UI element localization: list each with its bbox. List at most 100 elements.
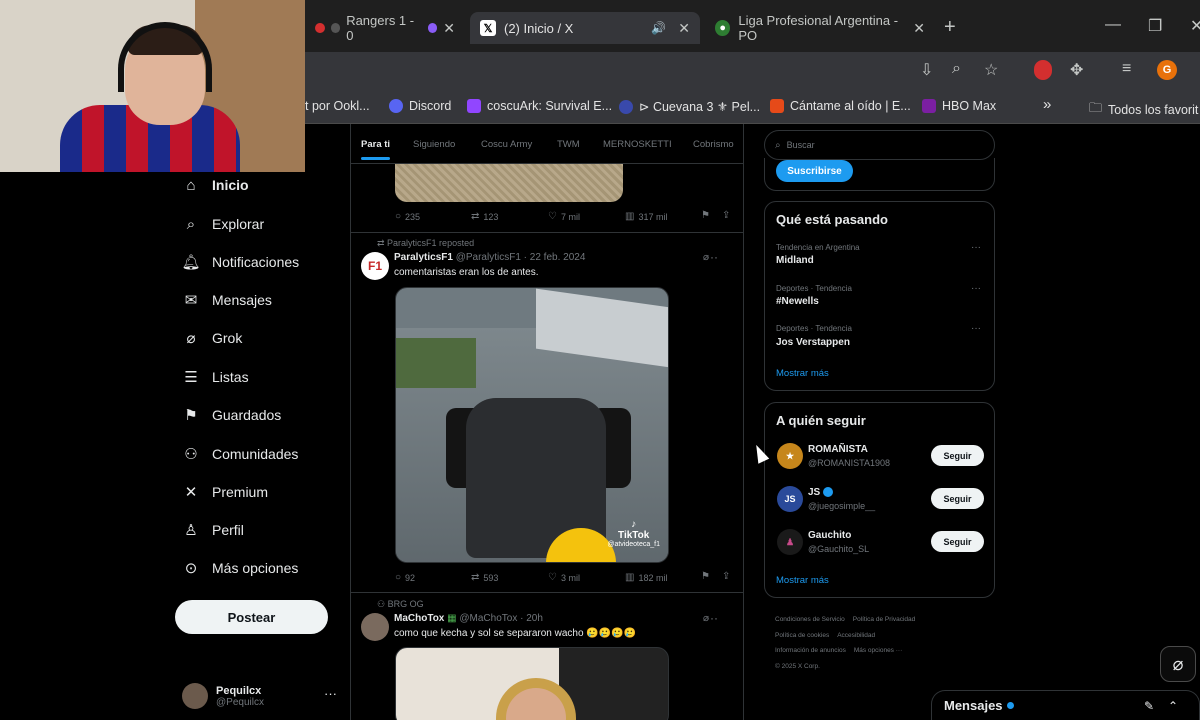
nav-item-profile[interactable]: ♙ Perfil [182,521,244,539]
avatar[interactable]: ♟ [777,529,803,555]
follow-name[interactable]: JS [808,487,834,498]
trend-item[interactable]: Jos Verstappen [776,337,850,348]
more-icon[interactable]: ··· [706,250,718,264]
nav-item-explore[interactable]: ⌕ Explorar [182,215,264,233]
follow-button[interactable]: Seguir [931,531,984,552]
share-icon[interactable]: ⇪ [722,571,730,582]
tab-cobrismo[interactable]: Cobrismo [693,139,734,150]
star-icon[interactable]: ☆ [984,60,998,80]
window-close-icon[interactable]: ✕ [1190,16,1200,36]
tab-siguiendo[interactable]: Siguiendo [413,139,455,150]
bookmark-item[interactable]: Cántame al oído | E... [770,99,911,113]
tab-coscu-army[interactable]: Coscu Army [481,139,532,150]
avatar[interactable] [361,613,389,641]
footer-link[interactable]: Más opciones ··· [854,647,902,654]
nav-item-premium[interactable]: ✕ Premium [182,483,268,501]
close-icon[interactable]: ✕ [913,20,925,37]
nav-item-notifications[interactable]: 🔔︎ Notificaciones [181,253,299,271]
follow-name[interactable]: Gauchito [808,530,851,541]
tab-rangers[interactable]: Rangers 1 - 0 ✕ [305,12,465,44]
like-button[interactable]: ♡ 7 mil [548,211,580,222]
avatar[interactable]: ★ [777,443,803,469]
tab-mernosketti[interactable]: MERNOSKETTI [603,139,672,150]
subscribe-button[interactable]: Suscribirse [776,160,853,182]
restore-icon[interactable]: ❐ [1148,16,1162,36]
footer-link[interactable]: Accesibilidad [837,632,875,639]
nav-item-messages[interactable]: ✉ Mensajes [182,291,272,309]
reply-button[interactable]: ○ 92 [395,572,415,583]
more-icon[interactable]: ··· [971,283,981,294]
footer-link[interactable]: Información de anuncios [775,647,846,654]
profile-avatar[interactable]: G [1157,60,1177,80]
post-text: comentaristas eran los de antes. [394,267,539,278]
follow-show-more-link[interactable]: Mostrar más [776,575,829,586]
footer-link[interactable]: Condiciones de Servicio [775,616,845,623]
bookmark-item[interactable]: t por Ookl... [305,99,370,113]
bookmark-item[interactable]: Discord [389,99,451,113]
bookmark-item[interactable]: coscuArk: Survival E... [467,99,612,113]
share-icon[interactable]: ⇪ [722,210,730,221]
bookmark-icon[interactable]: ⚑ [701,571,710,582]
nav-item-bookmarks[interactable]: ⚑ Guardados [182,406,281,424]
views-button[interactable]: ▥ 182 mil [625,572,667,583]
author-name[interactable]: ParalyticsF1 [394,252,453,263]
tab-x-home[interactable]: 𝕏 (2) Inicio / X 🔊 ✕ [470,12,700,44]
nav-item-grok[interactable]: ⌀ Grok [182,329,242,347]
tab-label: Liga Profesional Argentina - PO [738,13,899,43]
nav-item-lists[interactable]: ☰ Listas [182,368,248,386]
chevron-up-icon[interactable]: ⌃ [1168,699,1178,713]
trend-item[interactable]: #Newells [776,296,819,307]
account-more-icon[interactable]: ··· [324,686,337,701]
repost-indicator[interactable]: ⚇ BRG OG [377,599,424,610]
more-icon[interactable]: ··· [971,323,981,334]
repost-button[interactable]: ⇄ 123 [471,211,498,222]
zoom-icon[interactable]: ⌕ [952,60,961,78]
media-control-icon[interactable]: ≡ [1122,60,1131,78]
grok-floating-button[interactable]: ⌀ [1160,646,1196,682]
author-name[interactable]: MaChoTox [394,613,444,624]
post-media[interactable] [395,647,669,720]
speaker-icon[interactable]: 🔊 [651,21,666,35]
messages-drawer[interactable]: Mensajes ✎ ⌃ [931,690,1200,720]
puzzle-icon[interactable]: ✥ [1070,60,1083,80]
follow-button[interactable]: Seguir [931,445,984,466]
close-icon[interactable]: ✕ [678,20,690,37]
nav-item-home[interactable]: ⌂ Inicio [182,176,248,194]
bookmark-item[interactable]: ⊳ Cuevana 3 ⚜ Pel... [619,99,760,114]
footer-link[interactable]: Política de Privacidad [853,616,916,623]
nav-item-more[interactable]: ⊙ Más opciones [182,559,299,577]
tab-para-ti[interactable]: Para ti [361,139,391,160]
bookmark-item[interactable]: HBO Max [922,99,996,113]
close-icon[interactable]: ✕ [443,20,455,37]
minimize-icon[interactable]: — [1105,16,1121,34]
follow-button[interactable]: Seguir [931,488,984,509]
footer-link[interactable]: Política de cookies [775,632,829,639]
more-bookmarks-icon[interactable]: » [1043,96,1051,113]
install-app-icon[interactable]: ⇩ [920,60,933,80]
avatar[interactable]: F1 [361,252,389,280]
more-icon[interactable]: ··· [971,242,981,253]
extension-icon[interactable] [1034,60,1052,80]
bookmark-folder[interactable]: 🗀 Todos los favorit [1089,99,1198,121]
follow-name[interactable]: ROMAÑISTA [808,444,868,455]
reply-button[interactable]: ○ 235 [395,211,420,222]
new-tab-icon[interactable]: + [944,16,956,39]
post-video[interactable]: ♪ TikTok @atvideoteca_f1 [395,287,669,563]
like-button[interactable]: ♡ 3 mil [548,572,580,583]
post-button[interactable]: Postear [175,600,328,634]
post-media[interactable] [395,164,623,202]
bookmark-icon[interactable]: ⚑ [701,210,710,221]
trend-item[interactable]: Midland [776,255,814,266]
tab-twm[interactable]: TWM [557,139,580,150]
more-icon[interactable]: ··· [706,611,718,625]
views-button[interactable]: ▥ 317 mil [625,211,667,222]
compose-message-icon[interactable]: ✎ [1144,699,1154,713]
search-input[interactable]: ⌕ Buscar [764,130,995,160]
tab-liga-profesional[interactable]: ● Liga Profesional Argentina - PO ✕ [705,12,935,44]
repost-button[interactable]: ⇄ 593 [471,572,498,583]
trends-show-more-link[interactable]: Mostrar más [776,368,829,379]
repost-indicator[interactable]: ⇄ ParalyticsF1 reposted [377,238,474,249]
account-switcher[interactable]: Pequilcx @Pequilcx [182,683,264,709]
avatar[interactable]: JS [777,486,803,512]
nav-item-communities[interactable]: ⚇ Comunidades [182,445,298,463]
